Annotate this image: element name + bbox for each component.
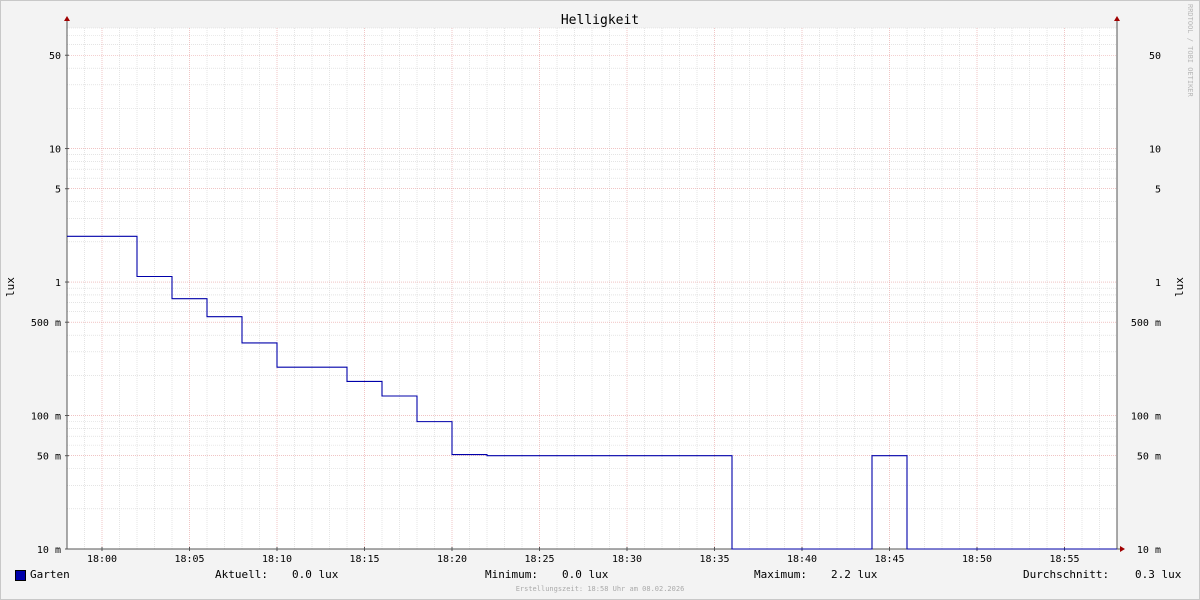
creation-time-footer: Erstellungszeit: 18:58 Uhr am 08.02.2026 bbox=[515, 585, 685, 593]
y-tick-label-left: 50 m bbox=[37, 452, 61, 463]
y-tick-label-right: 10 m bbox=[1137, 545, 1161, 556]
y-tick-label-right: 50 bbox=[1149, 51, 1161, 62]
y-tick-label-right: 1 bbox=[1155, 278, 1161, 289]
legend-max-value: 2.2 lux bbox=[831, 568, 878, 581]
y-tick-label-left: 500 m bbox=[31, 318, 61, 329]
y-tick-label-left: 1 bbox=[55, 278, 61, 289]
legend-current-label: Aktuell: bbox=[215, 568, 268, 581]
y-tick-label-right: 100 m bbox=[1131, 412, 1161, 423]
x-tick-label: 18:20 bbox=[437, 554, 467, 565]
y-axis-right-arrow bbox=[1114, 16, 1120, 21]
x-tick-label: 18:55 bbox=[1049, 554, 1079, 565]
y-tick-label-left: 50 bbox=[49, 51, 61, 62]
y-axis-left-arrow bbox=[64, 16, 70, 21]
legend-min-value: 0.0 lux bbox=[562, 568, 609, 581]
y-tick-label-right: 50 m bbox=[1137, 452, 1161, 463]
x-tick-label: 18:30 bbox=[612, 554, 642, 565]
x-tick-label: 18:35 bbox=[699, 554, 729, 565]
x-tick-label: 18:10 bbox=[262, 554, 292, 565]
x-tick-label: 18:25 bbox=[524, 554, 554, 565]
y-tick-label-left: 100 m bbox=[31, 412, 61, 423]
y-tick-label-left: 10 bbox=[49, 145, 61, 156]
x-tick-label: 18:05 bbox=[174, 554, 204, 565]
y-axis-label-right: lux bbox=[1173, 277, 1186, 297]
x-tick-label: 18:15 bbox=[349, 554, 379, 565]
legend-series-name: Garten bbox=[30, 568, 70, 581]
chart-title: Helligkeit bbox=[561, 13, 639, 28]
x-axis-arrow bbox=[1120, 546, 1125, 552]
y-tick-label-right: 500 m bbox=[1131, 318, 1161, 329]
legend-avg-label: Durchschnitt: bbox=[1023, 568, 1110, 581]
y-tick-label-right: 5 bbox=[1155, 185, 1161, 196]
legend-min-label: Minimum: bbox=[485, 568, 538, 581]
y-tick-label-right: 10 bbox=[1149, 145, 1161, 156]
x-tick-label: 18:00 bbox=[87, 554, 117, 565]
legend-max-label: Maximum: bbox=[754, 568, 807, 581]
brightness-chart: 10 m 10 m 50 m 50 m 100 m 100 m 500 m 500 m 1 1 5 5… bbox=[4, 13, 1186, 565]
y-axis-label-left: lux bbox=[4, 277, 17, 297]
y-tick-label-left: 10 m bbox=[37, 545, 61, 556]
x-tick-label: 18:40 bbox=[787, 554, 817, 565]
y-tick-label-left: 5 bbox=[55, 185, 61, 196]
legend-swatch-garten bbox=[15, 570, 26, 581]
legend-avg-value: 0.3 lux bbox=[1135, 568, 1182, 581]
rrdtool-watermark: RRDTOOL / TOBI OETIKER bbox=[1186, 4, 1194, 97]
x-tick-label: 18:50 bbox=[962, 554, 992, 565]
legend-current-value: 0.0 lux bbox=[292, 568, 339, 581]
grid-minor bbox=[66, 27, 1118, 549]
x-tick-label: 18:45 bbox=[874, 554, 904, 565]
